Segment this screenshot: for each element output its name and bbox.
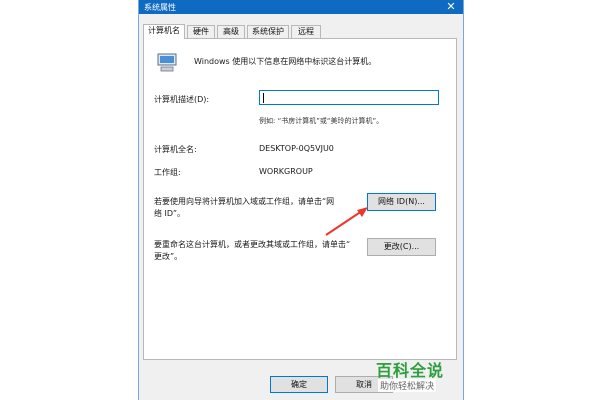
window-title: 系统属性 xyxy=(144,3,176,12)
text-caret xyxy=(263,93,264,103)
network-id-text-line1: 若要使用向导将计算机加入域或工作组，请单击“网 xyxy=(154,197,335,206)
workgroup-label: 工作组: xyxy=(154,168,181,177)
annotation-arrow xyxy=(325,207,368,236)
watermark-title: 百科全说 xyxy=(376,361,445,380)
fullname-label: 计算机全名: xyxy=(154,145,197,154)
description-example: 例如: “书房计算机”或“美玲的计算机”。 xyxy=(259,117,384,125)
rename-text-line1: 要重命名这台计算机，或者更改其域或工作组，请单击“ xyxy=(154,240,351,249)
computer-description-input[interactable] xyxy=(259,90,439,105)
description-label: 计算机描述(D): xyxy=(154,95,210,104)
fullname-value: DESKTOP-0Q5VJU0 xyxy=(259,144,334,153)
intro-text: Windows 使用以下信息在网络中标识这台计算机。 xyxy=(194,57,377,66)
computer-name-panel: Windows 使用以下信息在网络中标识这台计算机。 计算机描述(D): 例如:… xyxy=(143,38,457,360)
workgroup-value: WORKGROUP xyxy=(259,167,313,176)
tab-computer-name[interactable]: 计算机名 xyxy=(143,24,185,39)
tab-hardware[interactable]: 硬件 xyxy=(187,25,215,38)
system-properties-window: 系统属性 ✕ 计算机名 硬件 高级 系统保护 远程 Windows 使用以下信息… xyxy=(138,0,464,400)
network-id-text-line2: 络 ID”。 xyxy=(154,209,185,218)
close-icon[interactable]: ✕ xyxy=(443,0,459,14)
tab-remote[interactable]: 远程 xyxy=(291,25,321,38)
tab-system-protection[interactable]: 系统保护 xyxy=(247,25,289,38)
tab-strip: 计算机名 硬件 高级 系统保护 远程 xyxy=(143,24,459,39)
network-id-button[interactable]: 网络 ID(N)... xyxy=(367,193,436,211)
watermark: 百科全说 助你轻松解决 xyxy=(368,357,458,397)
title-bar: 系统属性 ✕ xyxy=(139,0,463,14)
tab-advanced[interactable]: 高级 xyxy=(217,25,245,38)
ok-button[interactable]: 确定 xyxy=(270,376,328,393)
change-button[interactable]: 更改(C)... xyxy=(367,238,436,256)
watermark-subtitle: 助你轻松解决 xyxy=(378,379,437,392)
computer-icon xyxy=(157,53,177,72)
rename-text-line2: 更改”。 xyxy=(154,252,183,261)
